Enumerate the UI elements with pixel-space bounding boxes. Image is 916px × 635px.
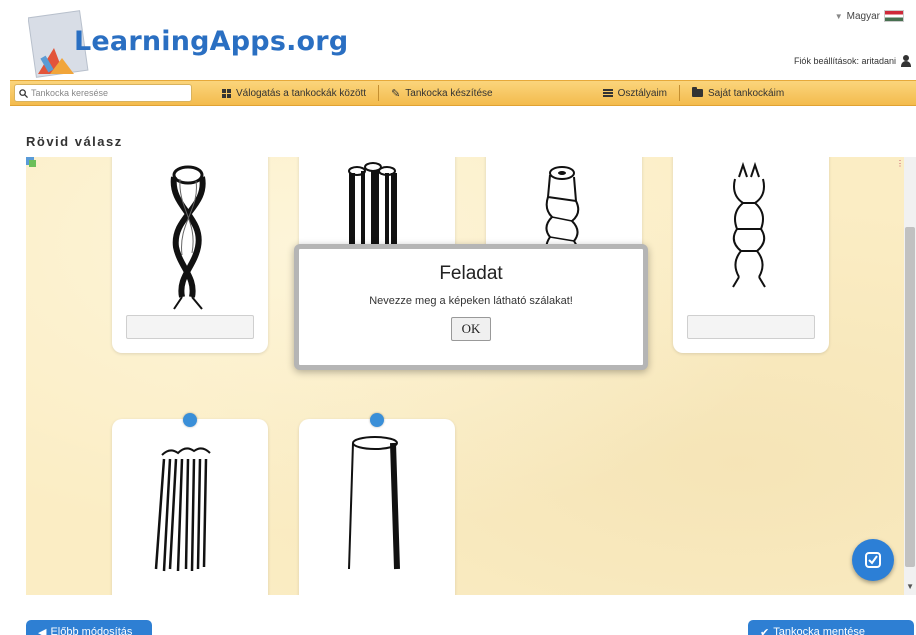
scroll-thumb[interactable] [905, 227, 915, 567]
answer-input[interactable] [126, 315, 254, 339]
nav-create[interactable]: ✎ Tankocka készítése [379, 81, 504, 105]
flag-hungary-icon [884, 10, 904, 22]
scroll-down-icon[interactable]: ▼ [906, 582, 914, 591]
account-label: Fiók beállítások: aritadani [793, 56, 896, 66]
main-nav: Válogatás a tankockák között ✎ Tankocka … [10, 80, 916, 106]
search-box [14, 84, 192, 102]
fullscreen-icon[interactable] [26, 157, 36, 167]
back-edit-label: Előbb módosítás [50, 626, 133, 635]
search-input[interactable] [31, 88, 181, 98]
answer-card [673, 157, 829, 353]
task-dialog: Feladat Nevezze meg a képeken látható sz… [294, 244, 648, 370]
grid-icon [222, 88, 231, 98]
fiber-bundle-image [154, 447, 211, 572]
folder-icon [692, 87, 704, 97]
nav-classes[interactable]: Osztályaim [591, 81, 679, 105]
check-icon: ✔ [760, 627, 770, 635]
dialog-text: Nevezze meg a képeken látható szálakat! [369, 295, 573, 307]
page-header: LearningApps.org ▼ Magyar Fiók beállítás… [0, 0, 916, 80]
answer-card [299, 419, 455, 595]
nav-classes-label: Osztályaim [617, 87, 668, 99]
nav-browse[interactable]: Válogatás a tankockák között [210, 81, 378, 105]
save-app-button[interactable]: ✔ Tankocka mentése [748, 620, 914, 635]
scrollbar[interactable]: ▼ [904, 157, 916, 595]
nav-create-label: Tankocka készítése [405, 87, 493, 99]
ok-button[interactable]: OK [451, 317, 491, 341]
nav-browse-label: Válogatás a tankockák között [236, 87, 367, 99]
answer-card [112, 419, 268, 595]
page-title: Rövid válasz [26, 134, 123, 149]
arrow-left-icon: ◀ [38, 627, 47, 635]
answer-card [112, 157, 268, 353]
monofilament-image [348, 436, 400, 570]
account-settings[interactable]: Fiók beállítások: aritadani [794, 55, 912, 67]
drag-handle-icon[interactable] [370, 413, 384, 427]
back-edit-button[interactable]: ◀ Előbb módosítás [26, 620, 152, 635]
language-label: Magyar [846, 10, 880, 22]
caret-down-icon: ▼ [834, 11, 843, 21]
textured-yarn-image [732, 161, 766, 288]
nav-my-apps-label: Saját tankockáim [708, 87, 785, 99]
user-icon [900, 55, 912, 67]
pencil-icon: ✎ [391, 87, 401, 100]
check-answers-button[interactable] [852, 539, 894, 581]
save-app-label: Tankocka mentése [773, 626, 865, 635]
answer-input[interactable] [687, 315, 815, 339]
twisted-fiber-image [170, 165, 206, 310]
language-selector[interactable]: ▼ Magyar [835, 10, 904, 22]
dialog-title: Feladat [439, 263, 503, 284]
list-icon [602, 89, 613, 97]
site-logo[interactable]: LearningApps.org [74, 26, 348, 57]
search-icon [19, 88, 28, 98]
check-icon [865, 552, 881, 568]
app-canvas: ⋮⋮ [26, 157, 916, 595]
drag-handle-icon[interactable] [183, 413, 197, 427]
nav-my-apps[interactable]: Saját tankockáim [680, 81, 796, 105]
